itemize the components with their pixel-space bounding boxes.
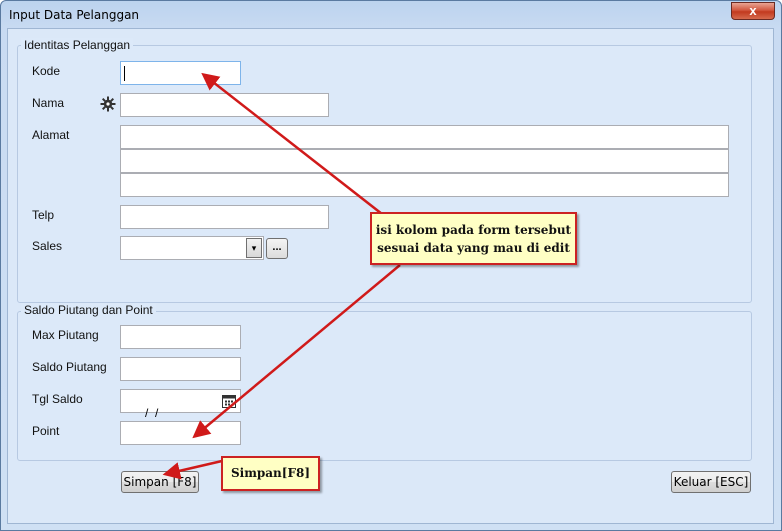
simpan-callout: Simpan[F8] [221, 456, 320, 491]
callout-line-2: sesuai data yang mau di edit [377, 241, 570, 255]
arrow-to-simpan [162, 459, 223, 480]
simpan-callout-text: Simpan[F8] [230, 466, 311, 480]
arrow-to-point [192, 264, 401, 439]
arrow-to-kode [201, 72, 383, 215]
callout-line-1: isi kolom pada form tersebut [375, 223, 572, 237]
annotation-arrows [162, 72, 401, 480]
instruction-callout: isi kolom pada form tersebut sesuai data… [370, 212, 577, 265]
